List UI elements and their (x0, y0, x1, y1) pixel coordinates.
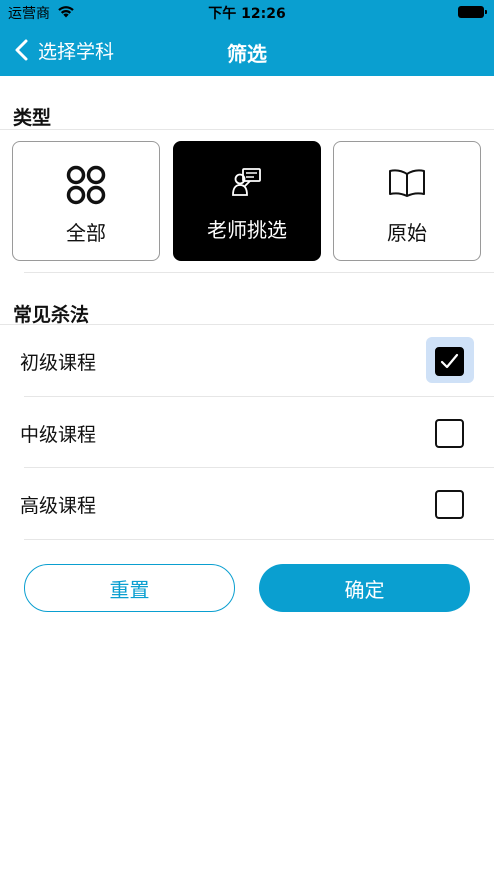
battery-icon (458, 6, 487, 18)
type-card-teacher-pick[interactable]: 老师挑选 (173, 141, 321, 261)
checkbox-checked[interactable] (435, 347, 464, 376)
navigation-header: 运营商 下午 12:26 选择学科 筛选 (0, 0, 494, 76)
divider (24, 272, 494, 273)
grid-circles-icon (66, 165, 106, 205)
teacher-board-icon (232, 168, 261, 196)
option-label: 初级课程 (20, 352, 97, 374)
option-row-intermediate[interactable]: 中级课程 (0, 397, 494, 469)
type-card-label: 原始 (387, 221, 427, 245)
status-time: 下午 12:26 (208, 6, 286, 22)
checkbox-unchecked[interactable] (435, 419, 464, 448)
reset-button[interactable]: 重置 (24, 564, 235, 612)
option-label: 高级课程 (20, 495, 97, 517)
divider (0, 129, 494, 130)
checkmark-icon (440, 353, 459, 369)
type-card-all[interactable]: 全部 (12, 141, 160, 261)
type-card-label: 全部 (66, 221, 106, 245)
open-book-icon (389, 169, 425, 197)
option-row-beginner[interactable]: 初级课程 (0, 325, 494, 397)
confirm-button[interactable]: 确定 (259, 564, 470, 612)
type-section-title: 类型 (13, 107, 52, 129)
common-section-title: 常见杀法 (13, 304, 90, 326)
status-bar: 运营商 下午 12:26 (0, 0, 494, 24)
type-card-original[interactable]: 原始 (333, 141, 481, 261)
page-title: 筛选 (227, 42, 267, 66)
type-card-label: 老师挑选 (207, 218, 287, 242)
divider (24, 539, 494, 540)
option-label: 中级课程 (20, 424, 97, 446)
option-row-advanced[interactable]: 高级课程 (0, 468, 494, 540)
checkbox-unchecked[interactable] (435, 490, 464, 519)
